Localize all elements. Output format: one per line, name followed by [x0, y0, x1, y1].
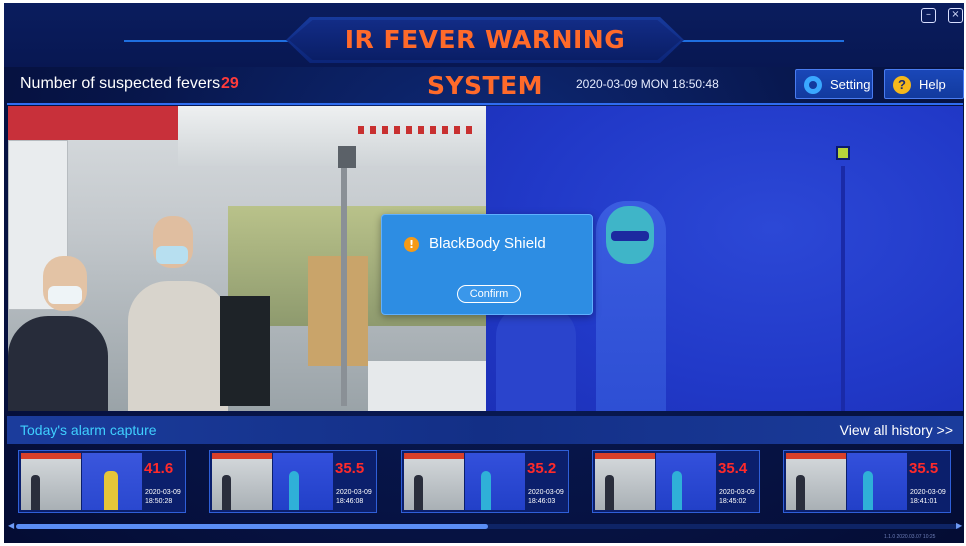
capture-date: 2020-03-09 [145, 489, 181, 496]
alarm-capture-card[interactable]: 35.4 2020-03-09 18:45:02 [592, 450, 760, 513]
version-text: 1.1.0 2020.03.07 10:25 [884, 534, 936, 540]
camera-pole [341, 146, 347, 406]
capture-date: 2020-03-09 [336, 489, 372, 496]
capture-time: 18:41:01 [910, 498, 938, 505]
dialog-title: BlackBody Shield [429, 235, 546, 252]
capture-time: 18:45:02 [719, 498, 747, 505]
title-decoration-right [664, 40, 844, 42]
capture-temperature: 41.6 [144, 460, 174, 477]
capture-temperature: 35.2 [527, 460, 557, 477]
capture-time: 18:46:03 [528, 498, 556, 505]
capture-visible-thumb [595, 453, 655, 510]
capture-thermal-thumb [465, 453, 525, 510]
current-datetime: 2020-03-09 MON 18:50:48 [576, 77, 719, 91]
title-decoration-left [124, 40, 304, 42]
person-left-mask [48, 286, 82, 304]
ceiling-decorations [358, 126, 478, 134]
confirm-button[interactable]: Confirm [457, 285, 521, 303]
help-button[interactable]: ? Help [884, 69, 964, 99]
alarm-capture-header: Today's alarm capture View all history >… [7, 416, 963, 444]
person-center-mask [156, 246, 188, 264]
help-label: Help [919, 77, 946, 92]
scroll-right-icon[interactable]: ▶ [956, 521, 962, 530]
capture-thermal-thumb [82, 453, 142, 510]
app-window: IR FEVER WARNING SYSTEM – × Number of su… [4, 3, 964, 543]
alarm-capture-title: Today's alarm capture [20, 422, 157, 438]
capture-visible-thumb [21, 453, 81, 510]
alarm-capture-card[interactable]: 35.5 2020-03-09 18:41:01 [783, 450, 951, 513]
gear-icon [804, 76, 822, 94]
warning-icon: ! [404, 237, 419, 252]
alarm-capture-card[interactable]: 41.6 2020-03-09 18:50:28 [18, 450, 186, 513]
red-banner [8, 106, 178, 140]
thermal-pole [841, 166, 845, 411]
capture-visible-thumb [786, 453, 846, 510]
camera-device [338, 146, 356, 168]
capture-thermal-thumb [656, 453, 716, 510]
office-chair [220, 296, 270, 406]
setting-label: Setting [830, 77, 871, 92]
capture-date: 2020-03-09 [910, 489, 946, 496]
thermal-glasses [611, 231, 649, 241]
view-all-history-link[interactable]: View all history >> [840, 422, 953, 438]
capture-date: 2020-03-09 [528, 489, 564, 496]
scroll-left-icon[interactable]: ◀ [8, 521, 14, 530]
fever-count-label: Number of suspected fevers [20, 75, 221, 92]
capture-date: 2020-03-09 [719, 489, 755, 496]
minimize-icon[interactable]: – [921, 8, 936, 23]
blackbody-marker [836, 146, 850, 160]
app-title: IR FEVER WARNING SYSTEM [344, 25, 626, 100]
alarm-capture-card[interactable]: 35.5 2020-03-09 18:46:08 [209, 450, 377, 513]
capture-temperature: 35.5 [335, 460, 365, 477]
capture-thermal-thumb [847, 453, 907, 510]
question-icon: ? [893, 76, 911, 94]
capture-temperature: 35.5 [909, 460, 939, 477]
capture-time: 18:50:28 [145, 498, 173, 505]
close-icon[interactable]: × [948, 8, 963, 23]
thermal-person-left [496, 306, 576, 411]
blackbody-dialog: ! BlackBody Shield Confirm [381, 214, 593, 315]
front-desk [368, 361, 486, 411]
capture-scrollbar-thumb[interactable] [16, 524, 488, 529]
person-center-body [128, 281, 228, 411]
cardboard-box [308, 256, 368, 366]
fever-count-value: 29 [221, 75, 239, 92]
capture-visible-thumb [212, 453, 272, 510]
setting-button[interactable]: Setting [795, 69, 873, 99]
title-bar: IR FEVER WARNING SYSTEM – × [4, 3, 964, 100]
status-row: Number of suspected fevers 29 2020-03-09… [4, 67, 964, 103]
person-left-body [8, 316, 108, 411]
alarm-capture-card[interactable]: 35.2 2020-03-09 18:46:03 [401, 450, 569, 513]
capture-thermal-thumb [273, 453, 333, 510]
capture-time: 18:46:08 [336, 498, 364, 505]
alarm-capture-list: 41.6 2020-03-09 18:50:28 35.5 2020-03-09 18:4… [4, 450, 964, 516]
ceiling [178, 106, 486, 166]
capture-temperature: 35.4 [718, 460, 748, 477]
capture-visible-thumb [404, 453, 464, 510]
